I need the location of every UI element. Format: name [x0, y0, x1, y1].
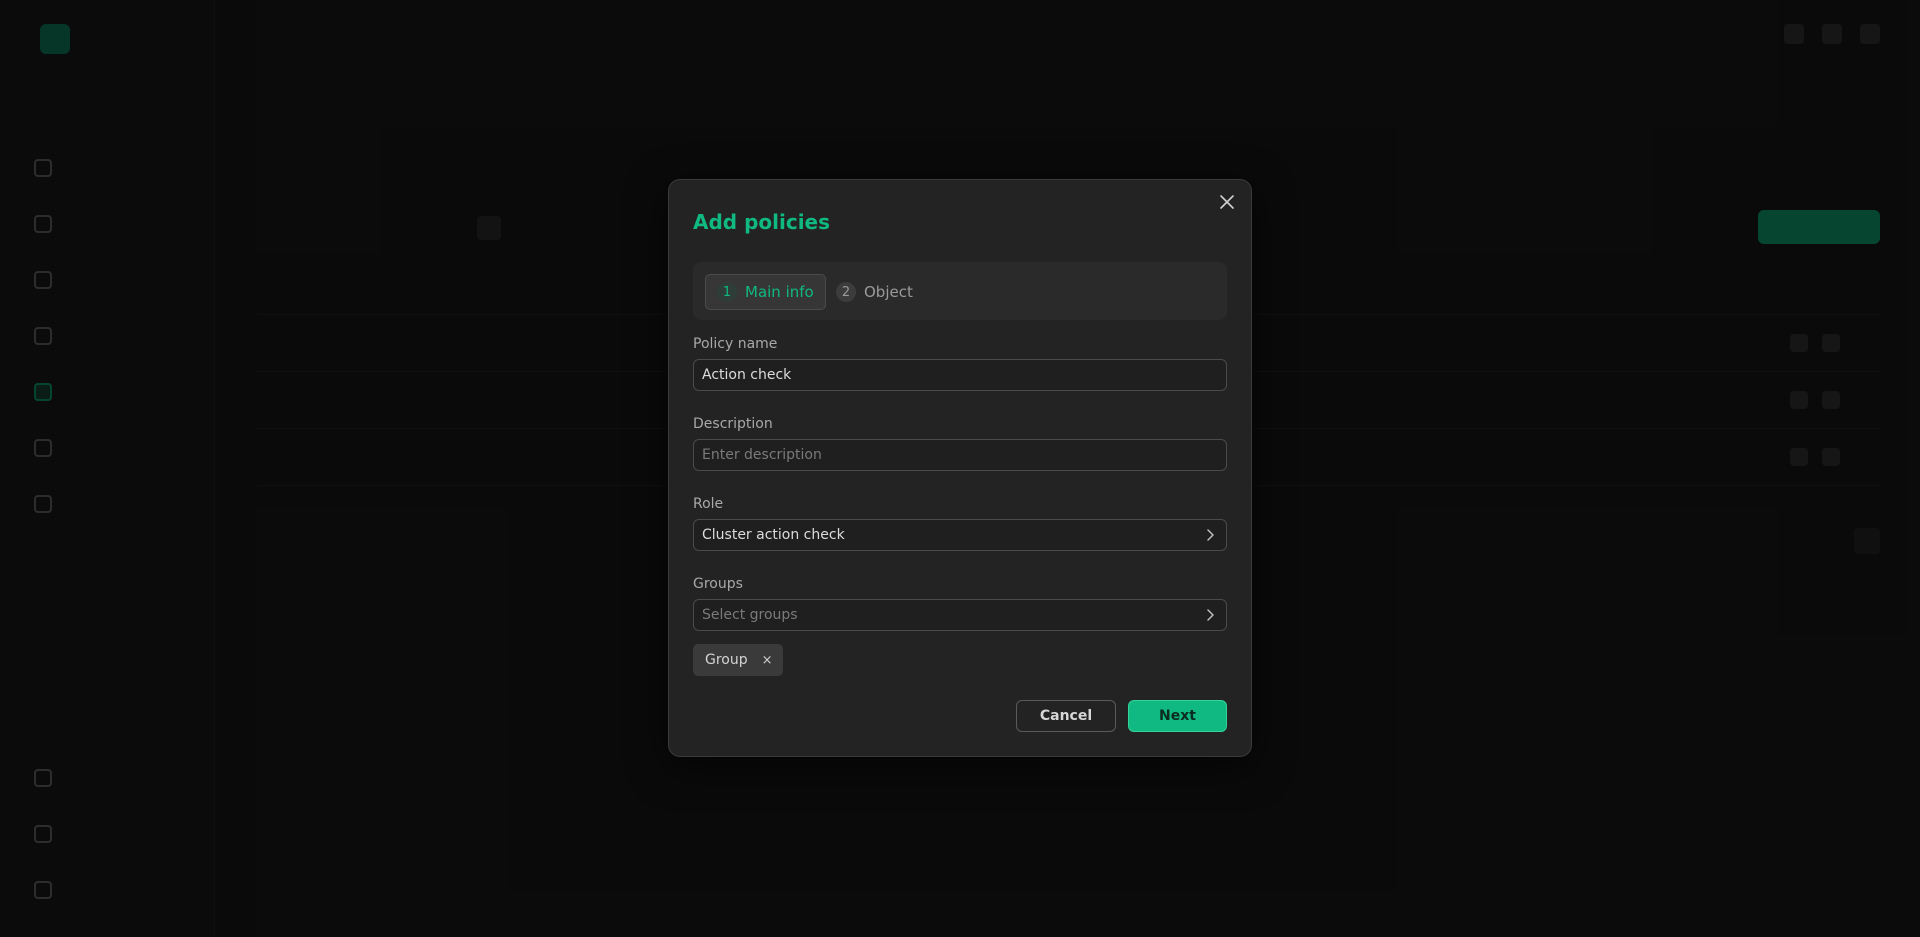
dialog-title: Add policies [693, 210, 831, 234]
step-number: 2 [836, 282, 856, 302]
group-chip-label: Group [705, 652, 748, 668]
remove-chip-icon[interactable]: × [762, 653, 773, 668]
add-policies-dialog: Add policies 1 Main info 2 Object Policy… [668, 179, 1252, 757]
step-number: 1 [717, 282, 737, 302]
chevron-right-icon [1207, 529, 1214, 541]
stepper: 1 Main info 2 Object [693, 262, 1227, 320]
description-input[interactable] [693, 439, 1227, 471]
group-chip: Group × [693, 644, 783, 676]
step-label: Object [864, 283, 913, 301]
close-button[interactable] [1213, 188, 1241, 216]
groups-select[interactable]: Select groups [693, 599, 1227, 631]
step-main-info[interactable]: 1 Main info [705, 274, 826, 310]
close-icon [1220, 195, 1234, 209]
chevron-right-icon [1207, 609, 1214, 621]
step-object[interactable]: 2 Object [825, 274, 924, 310]
description-label: Description [693, 416, 773, 432]
cancel-button[interactable]: Cancel [1016, 700, 1116, 732]
role-select-value: Cluster action check [702, 527, 845, 543]
next-button[interactable]: Next [1128, 700, 1227, 732]
role-select[interactable]: Cluster action check [693, 519, 1227, 551]
groups-select-placeholder: Select groups [702, 607, 798, 623]
role-label: Role [693, 496, 724, 512]
step-label: Main info [745, 283, 814, 301]
policy-name-label: Policy name [693, 336, 778, 352]
groups-label: Groups [693, 576, 743, 592]
policy-name-input[interactable] [693, 359, 1227, 391]
